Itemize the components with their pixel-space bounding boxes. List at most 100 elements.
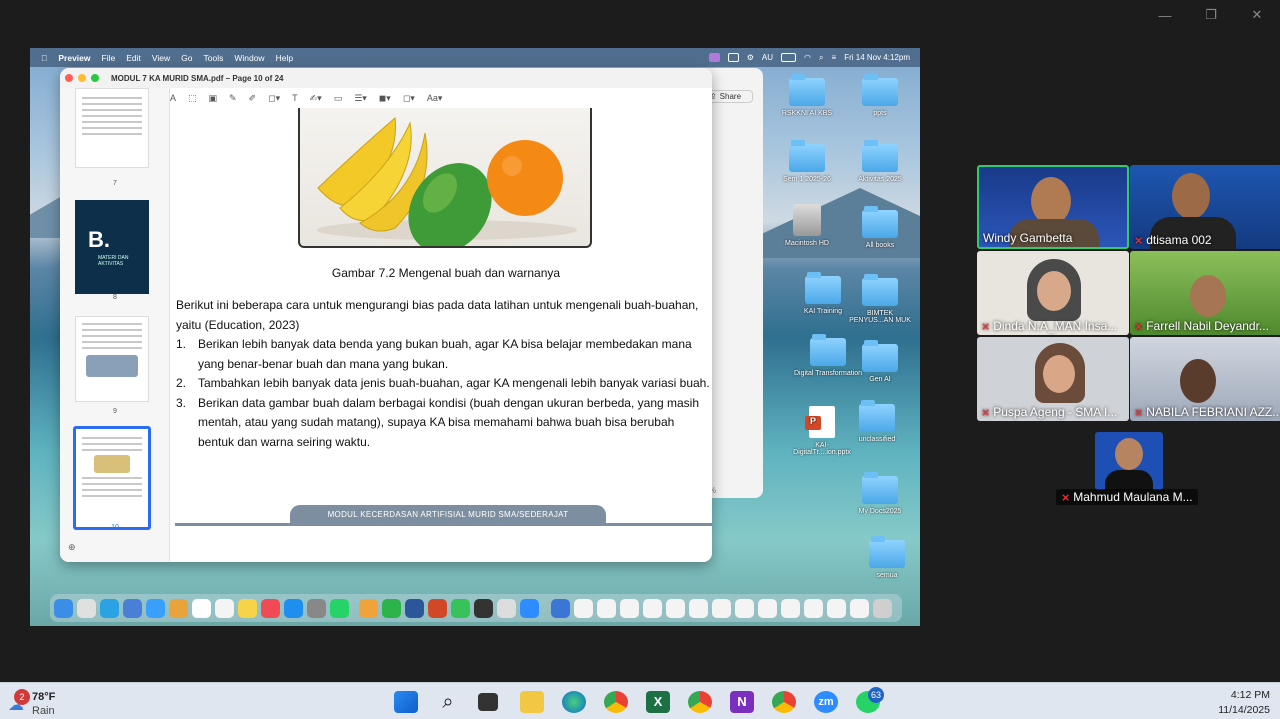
trash-icon[interactable] xyxy=(873,598,892,618)
start-button-icon[interactable] xyxy=(394,691,418,713)
participant-tile[interactable]: ⨯ Puspa Ageng - SMA I... xyxy=(977,337,1129,421)
line-style-icon[interactable]: ☰▾ xyxy=(354,93,367,104)
font-style-icon[interactable]: Aa▾ xyxy=(427,93,443,104)
redact-tool-icon[interactable]: ▣ xyxy=(209,93,218,104)
desktop-folder[interactable]: RSKKNI AI KBS xyxy=(772,74,842,117)
desktop-folder[interactable]: All books xyxy=(845,206,915,249)
screen-share-icon[interactable] xyxy=(708,53,720,62)
system-settings-icon[interactable] xyxy=(307,598,326,618)
fill-color-icon[interactable]: ◻▾ xyxy=(403,93,415,104)
chatgpt-icon[interactable] xyxy=(497,598,516,618)
zoom-app-icon[interactable]: zm xyxy=(814,691,838,713)
menu-app[interactable]: Preview xyxy=(58,53,90,63)
telegram-icon[interactable] xyxy=(100,598,119,618)
desktop-folder[interactable]: BIMTEK PENYUS...AN MUK xyxy=(845,274,915,324)
menu-edit[interactable]: Edit xyxy=(126,53,141,63)
chrome-profile-icon[interactable] xyxy=(772,691,796,713)
reminders-icon[interactable] xyxy=(215,598,234,618)
recent-doc-icon[interactable] xyxy=(643,598,662,618)
select-tool-icon[interactable]: ⬚ xyxy=(188,93,197,104)
search-icon[interactable]: ⌕ xyxy=(436,691,460,713)
notes-icon[interactable] xyxy=(238,598,257,618)
task-view-icon[interactable] xyxy=(478,693,498,711)
menu-window[interactable]: Window xyxy=(234,53,264,63)
photos-icon[interactable] xyxy=(169,598,188,618)
zoom-icon[interactable] xyxy=(520,598,539,618)
launchpad-icon[interactable] xyxy=(77,598,96,618)
finder-icon[interactable] xyxy=(54,598,73,618)
recent-doc-icon[interactable] xyxy=(781,598,800,618)
app-store-icon[interactable] xyxy=(284,598,303,618)
file-explorer-icon[interactable] xyxy=(520,691,544,713)
input-source-icon[interactable]: AU xyxy=(762,53,773,62)
whatsapp-icon[interactable] xyxy=(330,598,349,618)
recent-doc-icon[interactable] xyxy=(827,598,846,618)
recent-doc-icon[interactable] xyxy=(758,598,777,618)
zoom-dot[interactable] xyxy=(91,74,99,82)
participant-tile[interactable]: ⨯ NABILA FEBRIANI AZZ... xyxy=(1130,337,1280,421)
apple-icon[interactable]:  xyxy=(41,53,47,63)
text-tool-icon[interactable]: A xyxy=(170,93,176,103)
pages-icon[interactable] xyxy=(359,598,378,618)
powerpoint-icon[interactable] xyxy=(428,598,447,618)
facetime-icon[interactable] xyxy=(451,598,470,618)
news-icon[interactable] xyxy=(261,598,280,618)
desktop-folder[interactable]: My Docs2025 xyxy=(845,472,915,515)
sign-tool-icon[interactable]: ✍▾ xyxy=(310,93,322,104)
recent-doc-icon[interactable] xyxy=(804,598,823,618)
note-tool-icon[interactable]: ▭ xyxy=(334,93,343,104)
control-center-icon[interactable]: ≡ xyxy=(832,53,837,62)
menu-tools[interactable]: Tools xyxy=(204,53,224,63)
thumbnail-page-selected[interactable] xyxy=(73,426,151,530)
minimize-dot[interactable] xyxy=(78,74,86,82)
calendar-icon[interactable] xyxy=(192,598,211,618)
participant-tile[interactable]: ⨯ Farrell Nabil Deyandr... xyxy=(1130,251,1280,335)
shapes-tool-icon[interactable]: ◻▾ xyxy=(268,93,280,104)
border-color-icon[interactable]: ◼▾ xyxy=(379,93,391,104)
restore-button[interactable]: ❐ xyxy=(1188,0,1234,30)
add-page-icon[interactable]: ⊕ xyxy=(68,542,76,553)
chrome-profile-icon[interactable] xyxy=(688,691,712,713)
menu-help[interactable]: Help xyxy=(276,53,293,63)
onenote-icon[interactable]: N xyxy=(730,691,754,713)
menu-file[interactable]: File xyxy=(102,53,116,63)
wifi-icon[interactable]: ◠ xyxy=(804,53,811,62)
battery-icon[interactable] xyxy=(781,53,797,62)
desktop-folder[interactable]: Aktivitas 2025 xyxy=(845,140,915,183)
close-button[interactable]: ✕ xyxy=(1234,0,1280,30)
recent-doc-icon[interactable] xyxy=(666,598,685,618)
desktop-drive[interactable]: Macintosh HD xyxy=(772,204,842,247)
chrome-icon[interactable] xyxy=(604,691,628,713)
messages-icon[interactable] xyxy=(146,598,165,618)
recent-doc-icon[interactable] xyxy=(689,598,708,618)
recent-doc-icon[interactable] xyxy=(597,598,616,618)
recent-doc-icon[interactable] xyxy=(850,598,869,618)
desktop-folder[interactable]: ppts xyxy=(845,74,915,117)
desktop-folder[interactable]: unclassified xyxy=(842,400,912,443)
thumbnail-page[interactable] xyxy=(75,88,149,168)
desktop-folder[interactable]: Sem 1 2025-26 xyxy=(772,140,842,183)
sketch-tool-icon[interactable]: ✎ xyxy=(229,93,237,104)
participant-tile-active[interactable]: Windy Gambetta xyxy=(977,165,1129,249)
recent-doc-icon[interactable] xyxy=(620,598,639,618)
thumbnail-page[interactable] xyxy=(75,316,149,402)
zoom-menu-icon[interactable] xyxy=(727,53,739,62)
recent-doc-icon[interactable] xyxy=(712,598,731,618)
word-icon[interactable] xyxy=(405,598,424,618)
search-icon[interactable]: ⌕ xyxy=(819,53,823,63)
safari-icon[interactable] xyxy=(123,598,142,618)
desktop-folder[interactable]: semua xyxy=(852,536,920,579)
thumbnail-page[interactable]: B. MATERI DAN AKTIVITAS xyxy=(75,200,149,294)
close-dot[interactable] xyxy=(65,74,73,82)
participant-avatar[interactable] xyxy=(1095,432,1163,490)
textbox-tool-icon[interactable]: T xyxy=(292,93,298,103)
recent-doc-icon[interactable] xyxy=(574,598,593,618)
menu-view[interactable]: View xyxy=(152,53,170,63)
recent-doc-icon[interactable] xyxy=(735,598,754,618)
desktop-folder[interactable]: Gen AI xyxy=(845,340,915,383)
draw-tool-icon[interactable]: ✐ xyxy=(249,93,257,104)
participant-tile[interactable]: ⨯ Dinda N.A_MAN Insa... xyxy=(977,251,1129,335)
downloads-icon[interactable] xyxy=(551,598,570,618)
camera-icon[interactable] xyxy=(474,598,493,618)
numbers-icon[interactable] xyxy=(382,598,401,618)
